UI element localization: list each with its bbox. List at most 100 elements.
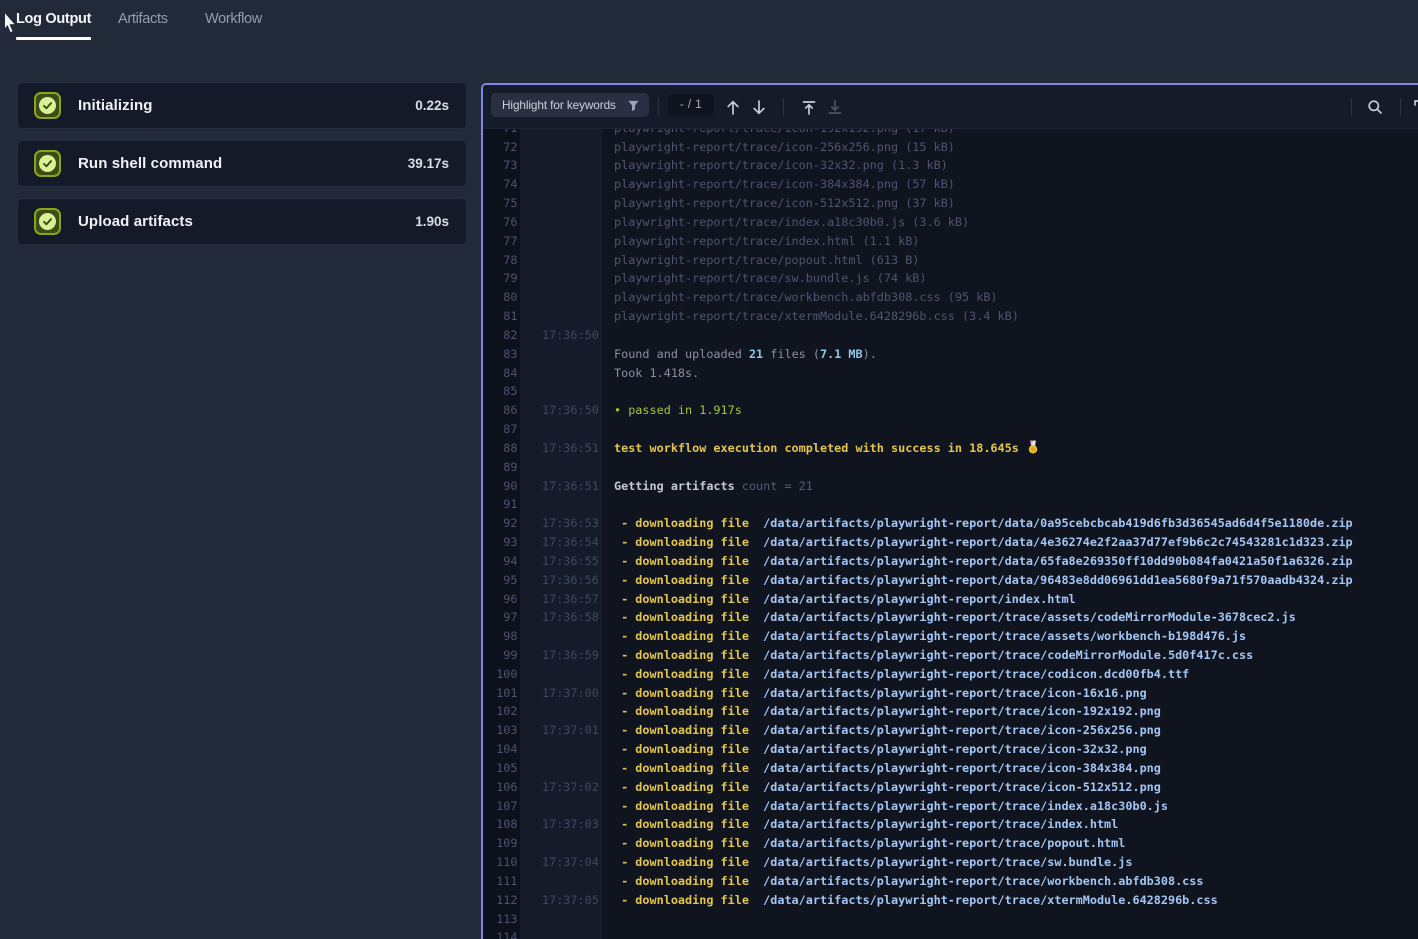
log-text: playwright-report/trace/icon-512x512.png… [614,194,955,213]
log-line: 85 [483,382,1418,401]
log-line-number[interactable]: 109 [483,834,518,853]
log-line-number[interactable]: 114 [483,928,518,939]
log-timestamp [542,288,599,307]
log-line-number[interactable]: 104 [483,740,518,759]
keyword-highlight-filter[interactable]: Highlight for keywords [491,93,649,117]
log-line-number[interactable]: 110 [483,853,518,872]
log-line-number[interactable]: 82 [483,326,518,345]
check-icon [39,97,56,114]
log-line-number[interactable]: 72 [483,138,518,157]
log-line-number[interactable]: 87 [483,420,518,439]
log-line-number[interactable]: 99 [483,646,518,665]
log-line-number[interactable]: 83 [483,345,518,364]
log-line-number[interactable]: 113 [483,910,518,929]
log-text: - downloading file /data/artifacts/playw… [614,853,1132,872]
step-status-success-icon [34,92,61,119]
previous-match-button[interactable] [720,85,746,129]
next-match-button[interactable] [746,85,772,129]
log-line-number[interactable]: 102 [483,702,518,721]
step-card[interactable]: Run shell command39.17s [17,140,467,187]
log-line-number[interactable]: 100 [483,665,518,684]
log-line-number[interactable]: 90 [483,477,518,496]
log-line-number[interactable]: 107 [483,797,518,816]
log-text: - downloading file /data/artifacts/playw… [614,740,1147,759]
log-line-number[interactable]: 76 [483,213,518,232]
log-text: - downloading file /data/artifacts/playw… [614,514,1353,533]
log-line: 11217:37:05 - downloading file /data/art… [483,891,1418,910]
log-line-number[interactable]: 80 [483,288,518,307]
log-line-number[interactable]: 79 [483,269,518,288]
step-card[interactable]: Initializing0.22s [17,82,467,129]
tab-workflow[interactable]: Workflow [205,0,262,40]
log-timestamp: 17:37:04 [542,853,599,872]
log-timestamp: 17:37:05 [542,891,599,910]
scroll-to-bottom-button[interactable] [822,85,848,129]
step-card[interactable]: Upload artifacts1.90s [17,198,467,245]
log-line: 87 [483,420,1418,439]
log-line-number[interactable]: 75 [483,194,518,213]
log-line: 102 - downloading file /data/artifacts/p… [483,702,1418,721]
log-line-number[interactable]: 93 [483,533,518,552]
log-line-number[interactable]: 98 [483,627,518,646]
log-line-number[interactable]: 91 [483,495,518,514]
log-line-number[interactable]: 81 [483,307,518,326]
expand-log-button[interactable] [1408,85,1418,129]
log-line-number[interactable]: 108 [483,815,518,834]
scroll-to-top-button[interactable] [796,85,822,129]
log-text: Found and uploaded 21 files (7.1 MB). [614,345,877,364]
log-text: - downloading file /data/artifacts/playw… [614,778,1161,797]
log-timestamp [542,138,599,157]
log-line-number[interactable]: 95 [483,571,518,590]
log-line-number[interactable]: 101 [483,684,518,703]
log-line: 81 playwright-report/trace/xtermModule.64… [483,307,1418,326]
log-line-number[interactable]: 74 [483,175,518,194]
log-line-number[interactable]: 85 [483,382,518,401]
step-status-success-icon [34,150,61,177]
log-scroll-area[interactable]: 71playwright-report/trace/icon-192x192.p… [483,129,1418,939]
tab-log-output[interactable]: Log Output [16,0,91,40]
tab-artifacts[interactable]: Artifacts [118,0,168,40]
log-lines: 71playwright-report/trace/icon-192x192.p… [483,129,1418,939]
log-timestamp: 17:36:54 [542,533,599,552]
pipeline-execution-page: Log Output Artifacts Workflow Initializi… [0,0,1418,939]
log-line-number[interactable]: 103 [483,721,518,740]
log-line-number[interactable]: 88 [483,439,518,458]
log-timestamp [542,910,599,929]
log-line-number[interactable]: 92 [483,514,518,533]
log-line-number[interactable]: 77 [483,232,518,251]
log-text: - downloading file /data/artifacts/playw… [614,797,1168,816]
log-line-number[interactable]: 106 [483,778,518,797]
log-line-number[interactable]: 78 [483,251,518,270]
log-line: 84Took 1.418s. [483,364,1418,383]
steps-list: Initializing0.22s Run shell command39.17s… [17,82,467,256]
log-line: 109 - downloading file /data/artifacts/p… [483,834,1418,853]
log-line: 8217:36:50 [483,326,1418,345]
check-icon [39,155,56,172]
log-text: - downloading file /data/artifacts/playw… [614,590,1076,609]
log-line: 98 - downloading file /data/artifacts/pl… [483,627,1418,646]
log-line-number[interactable]: 84 [483,364,518,383]
log-text: - downloading file /data/artifacts/playw… [614,815,1118,834]
log-line-number[interactable]: 86 [483,401,518,420]
log-text: - downloading file /data/artifacts/playw… [614,684,1147,703]
log-line-number[interactable]: 94 [483,552,518,571]
log-line: 8817:36:51test workflow execution comple… [483,439,1418,458]
log-line-number[interactable]: 111 [483,872,518,891]
log-timestamp [542,269,599,288]
log-line-number[interactable]: 71 [483,129,518,138]
log-line-number[interactable]: 96 [483,590,518,609]
log-text: playwright-report/trace/icon-32x32.png (… [614,156,948,175]
log-line-number[interactable]: 73 [483,156,518,175]
log-line: 9517:36:56 - downloading file /data/arti… [483,571,1418,590]
log-timestamp: 17:36:57 [542,590,599,609]
log-line-number[interactable]: 112 [483,891,518,910]
log-line-number[interactable]: 89 [483,458,518,477]
log-line-number[interactable]: 105 [483,759,518,778]
log-line-number[interactable]: 97 [483,608,518,627]
search-button[interactable] [1362,85,1388,129]
arrow-down-icon [751,99,767,116]
log-text: playwright-report/trace/xtermModule.6428… [614,307,1019,326]
log-timestamp: 17:37:00 [542,684,599,703]
expand-icon [1413,99,1418,115]
log-timestamp [542,665,599,684]
